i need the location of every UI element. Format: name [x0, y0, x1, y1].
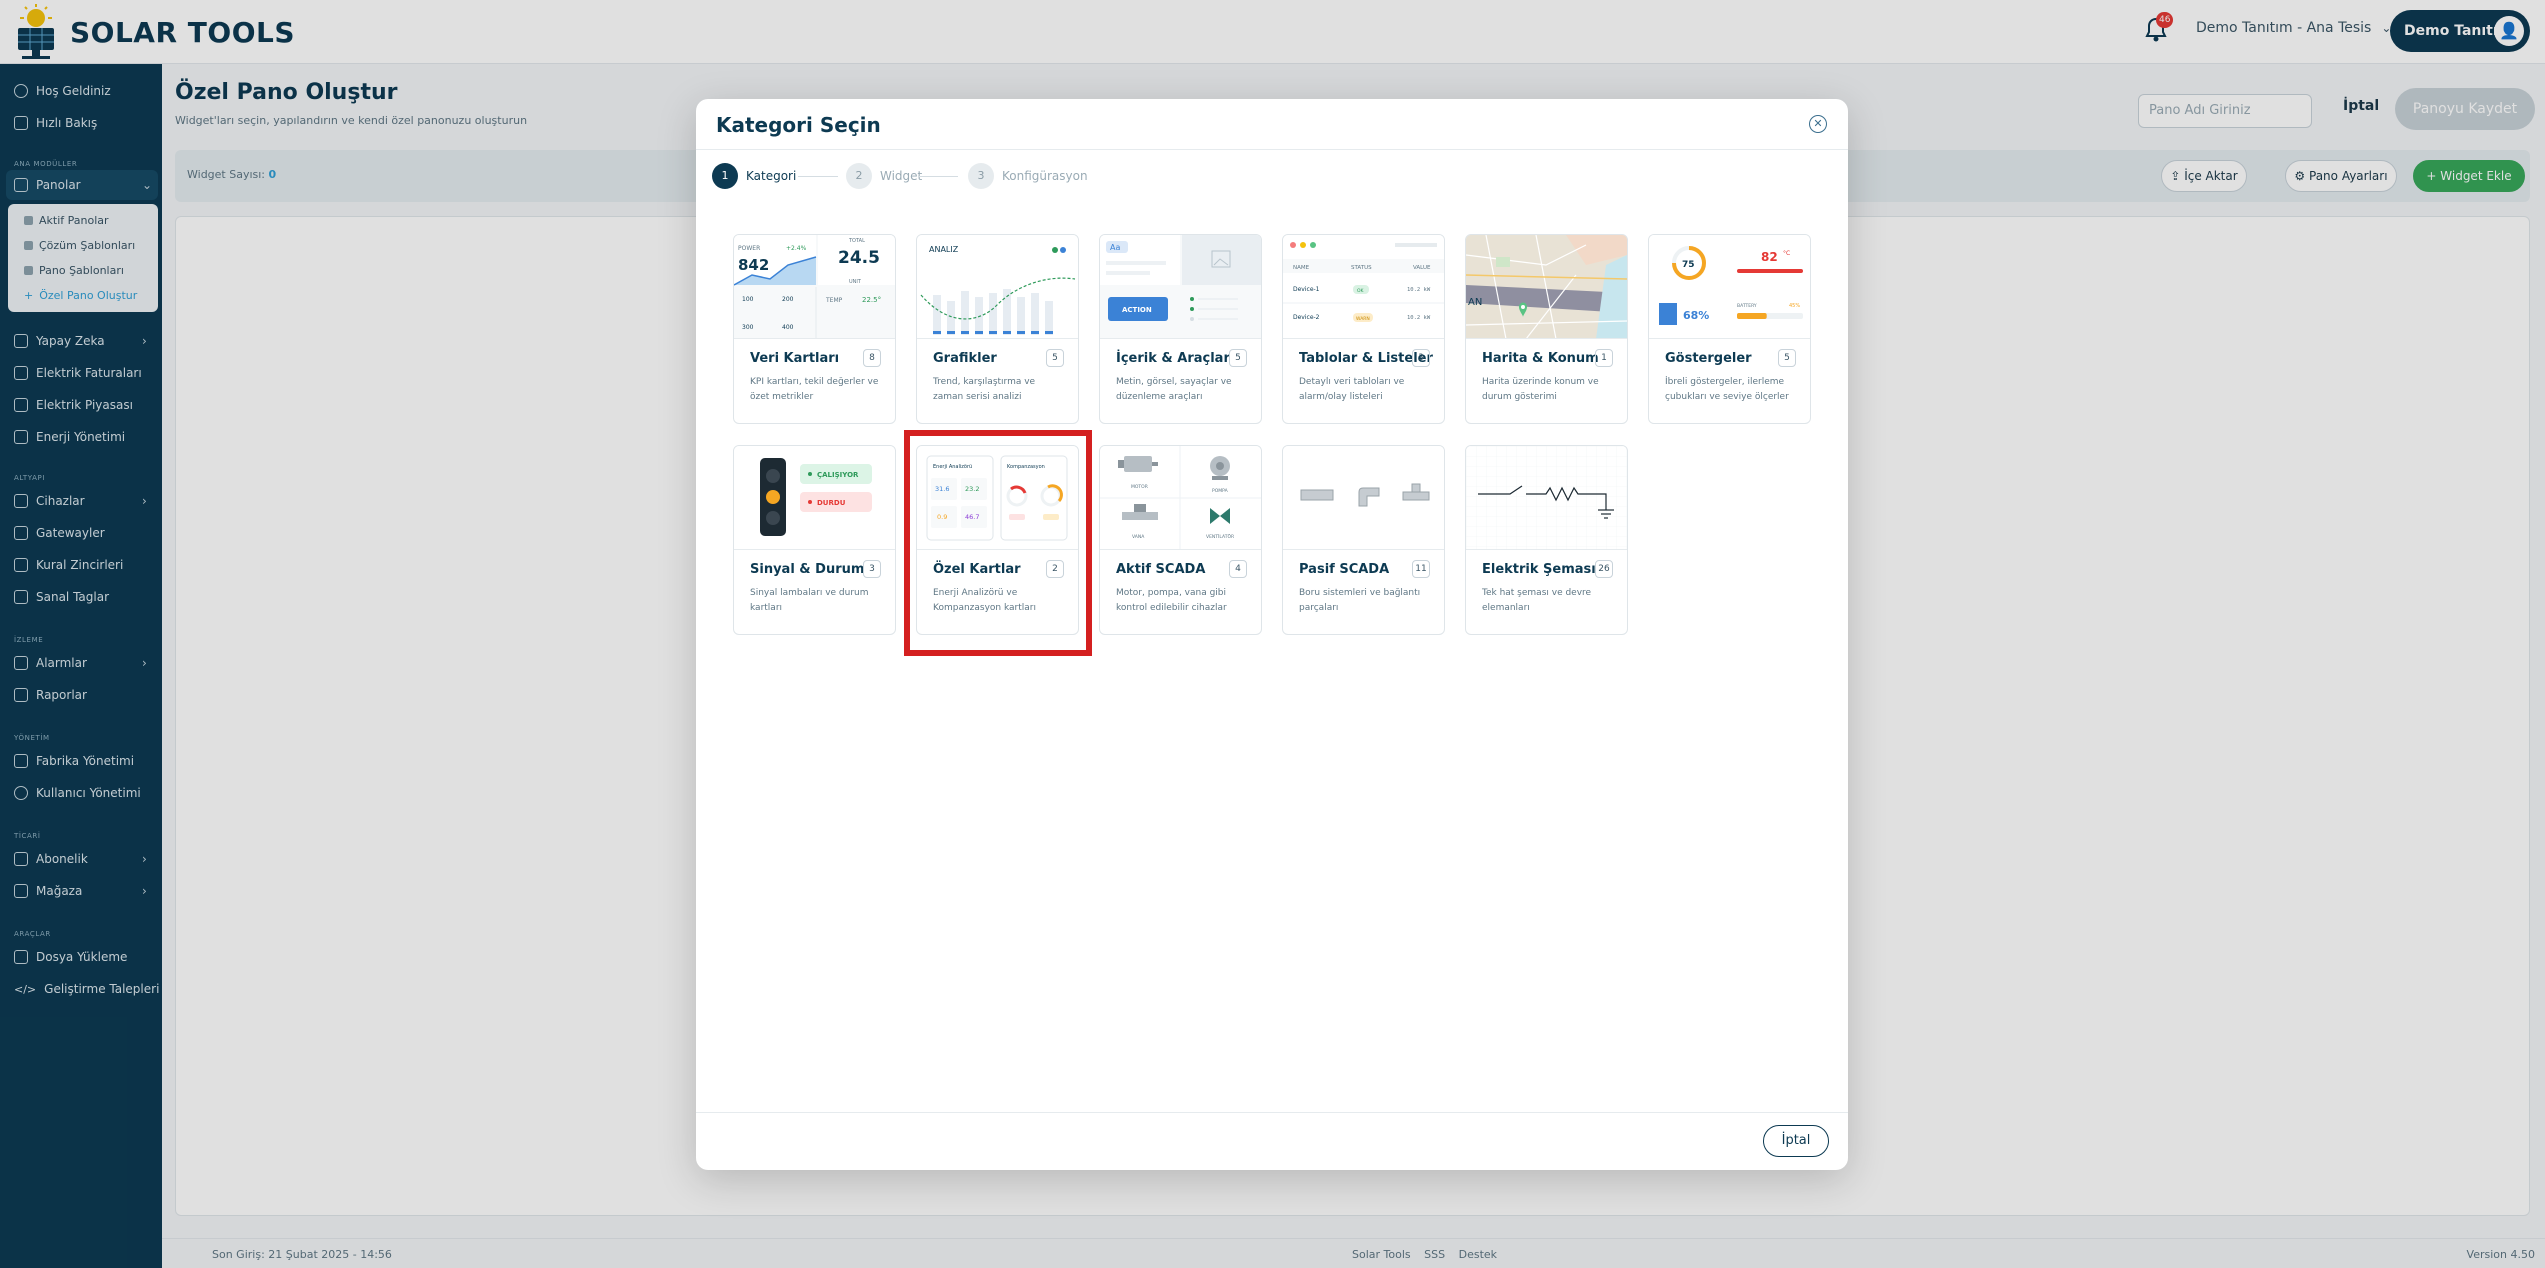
category-name: Pasif SCADA [1299, 562, 1390, 577]
temp-gauge-value: 82 [1761, 250, 1778, 264]
power-delta: +2.4% [786, 245, 807, 252]
mini-value-2: 200 [782, 296, 794, 303]
tables-preview: NAME STATUS VALUE Device-1 OK 10.2 kW De… [1283, 235, 1444, 339]
category-name: İçerik & Araçlar [1116, 351, 1230, 366]
category-card-tables-lists[interactable]: NAME STATUS VALUE Device-1 OK 10.2 kW De… [1282, 234, 1445, 424]
category-description: Tek hat şeması ve devre elemanları [1482, 588, 1592, 613]
step-connector [918, 176, 958, 177]
category-name: Aktif SCADA [1116, 562, 1206, 577]
status-running: ÇALIŞIYOR [817, 471, 859, 479]
gauge-value: 75 [1682, 260, 1695, 270]
scada-label: POMPA [1212, 488, 1229, 494]
content-tools-preview: Aa ACTION [1100, 235, 1261, 339]
progress-label: BATTERY [1737, 303, 1757, 309]
category-name: Harita & Konum [1482, 351, 1599, 366]
category-count: 3 [863, 560, 881, 578]
table-cell: 10.2 kW [1407, 315, 1431, 321]
electrical-diagram-preview [1466, 446, 1627, 550]
passive-scada-preview [1283, 446, 1444, 550]
category-description: Metin, görsel, sayaçlar ve düzenleme ara… [1116, 377, 1232, 402]
step-widget: 2 Widget [846, 163, 922, 189]
category-name: Elektrik Şeması [1482, 562, 1596, 577]
category-count: 3 [1412, 349, 1430, 367]
power-value: 842 [738, 256, 769, 274]
category-description: Sinyal lambaları ve durum kartları [750, 588, 869, 613]
selection-highlight [904, 430, 1092, 656]
category-description: KPI kartları, tekil değerler ve özet met… [750, 377, 879, 402]
active-scada-preview: MOTOR POMPA VANA VENTİLATÖR [1100, 446, 1261, 550]
category-count: 11 [1412, 560, 1430, 578]
text-tool-label: Aa [1110, 243, 1120, 252]
category-name: Veri Kartları [750, 351, 840, 366]
category-name: Göstergeler [1665, 351, 1752, 366]
modal-title: Kategori Seçin [716, 113, 881, 137]
category-count: 5 [1046, 349, 1064, 367]
step-category: 1 Kategori [712, 163, 796, 189]
temp-value: 22.5° [862, 296, 881, 304]
step-connector [798, 176, 838, 177]
category-card-map-location[interactable]: AN Harita & Konum 1 Harita üzerinde konu… [1465, 234, 1628, 424]
category-card-active-scada[interactable]: MOTOR POMPA VANA VENTİLATÖR Aktif SCADA … [1099, 445, 1262, 635]
unit-label: UNIT [849, 279, 862, 285]
signal-preview: ÇALIŞIYOR DURDU [734, 446, 895, 550]
fill-level-label: 68% [1683, 309, 1709, 322]
category-description: Motor, pompa, vana gibi kontrol edilebil… [1116, 588, 1227, 613]
temp-gauge-unit: °C [1783, 250, 1790, 257]
map-preview: AN [1466, 235, 1627, 339]
category-count: 26 [1595, 560, 1613, 578]
category-card-electrical-diagram[interactable]: Elektrik Şeması 26 Tek hat şeması ve dev… [1465, 445, 1628, 635]
mini-value-3: 300 [742, 324, 754, 331]
scada-label: VANA [1132, 534, 1145, 540]
chart-preview-label: ANALIZ [929, 245, 959, 254]
power-label: POWER [738, 245, 760, 252]
category-description: İbreli göstergeler, ilerleme çubukları v… [1665, 377, 1789, 402]
divider [696, 149, 1848, 150]
modal-cancel-button[interactable]: İptal [1763, 1125, 1829, 1157]
category-modal: Kategori Seçin ✕ 1 Kategori 2 Widget 3 Konf… [696, 99, 1848, 1170]
category-card-gauges[interactable]: 75 82 °C 68% BATTERY 45% Göstergeler 5 İ… [1648, 234, 1811, 424]
table-header-status: STATUS [1351, 265, 1372, 271]
category-count: 8 [863, 349, 881, 367]
mini-value-4: 400 [782, 324, 794, 331]
total-label: TOTAL [848, 238, 865, 244]
progress-value: 45% [1789, 303, 1800, 309]
category-description: Detaylı veri tabloları ve alarm/olay lis… [1299, 377, 1405, 402]
category-card-charts[interactable]: ANALIZ Grafikler 5 Trend, karşılaştırma … [916, 234, 1079, 424]
temp-label: TEMP [825, 297, 843, 304]
mini-value-1: 100 [742, 296, 754, 303]
category-description: Trend, karşılaştırma ve zaman serisi ana… [933, 377, 1036, 402]
table-cell: Device-2 [1293, 314, 1320, 321]
table-status-badge: OK [1357, 288, 1365, 294]
category-card-data-cards[interactable]: POWER +2.4% 842 TOTAL 24.5 UNIT 100 200 … [733, 234, 896, 424]
table-status-badge: WARN [1356, 316, 1370, 322]
divider [696, 1112, 1848, 1113]
data-cards-preview: POWER +2.4% 842 TOTAL 24.5 UNIT 100 200 … [734, 235, 895, 339]
table-header-value: VALUE [1413, 265, 1431, 271]
status-stopped: DURDU [817, 499, 846, 507]
step-configuration: 3 Konfigürasyon [968, 163, 1088, 189]
category-card-signal-status[interactable]: ÇALIŞIYOR DURDU Sinyal & Durum 3 Sinyal … [733, 445, 896, 635]
category-name: Grafikler [933, 351, 997, 366]
category-name: Sinyal & Durum [750, 562, 865, 577]
category-count: 4 [1229, 560, 1247, 578]
scada-label: MOTOR [1131, 484, 1148, 490]
close-icon[interactable]: ✕ [1809, 115, 1827, 133]
table-cell: Device-1 [1293, 286, 1320, 293]
big-value: 24.5 [838, 248, 880, 268]
category-card-passive-scada[interactable]: Pasif SCADA 11 Boru sistemleri ve bağlan… [1282, 445, 1445, 635]
scada-label: VENTİLATÖR [1206, 533, 1234, 540]
category-card-content-tools[interactable]: Aa ACTION İçerik & Araçlar 5 Metin, görs… [1099, 234, 1262, 424]
table-header-name: NAME [1293, 265, 1310, 271]
action-button-label: ACTION [1122, 306, 1152, 314]
category-count: 5 [1778, 349, 1796, 367]
category-description: Boru sistemleri ve bağlantı parçaları [1299, 588, 1421, 613]
category-count: 5 [1229, 349, 1247, 367]
charts-preview: ANALIZ [917, 235, 1078, 339]
gauges-preview: 75 82 °C 68% BATTERY 45% [1649, 235, 1810, 339]
table-cell: 10.2 kW [1407, 287, 1431, 293]
category-description: Harita üzerinde konum ve durum gösterimi [1482, 377, 1599, 402]
category-count: 1 [1595, 349, 1613, 367]
map-label: AN [1468, 297, 1482, 308]
